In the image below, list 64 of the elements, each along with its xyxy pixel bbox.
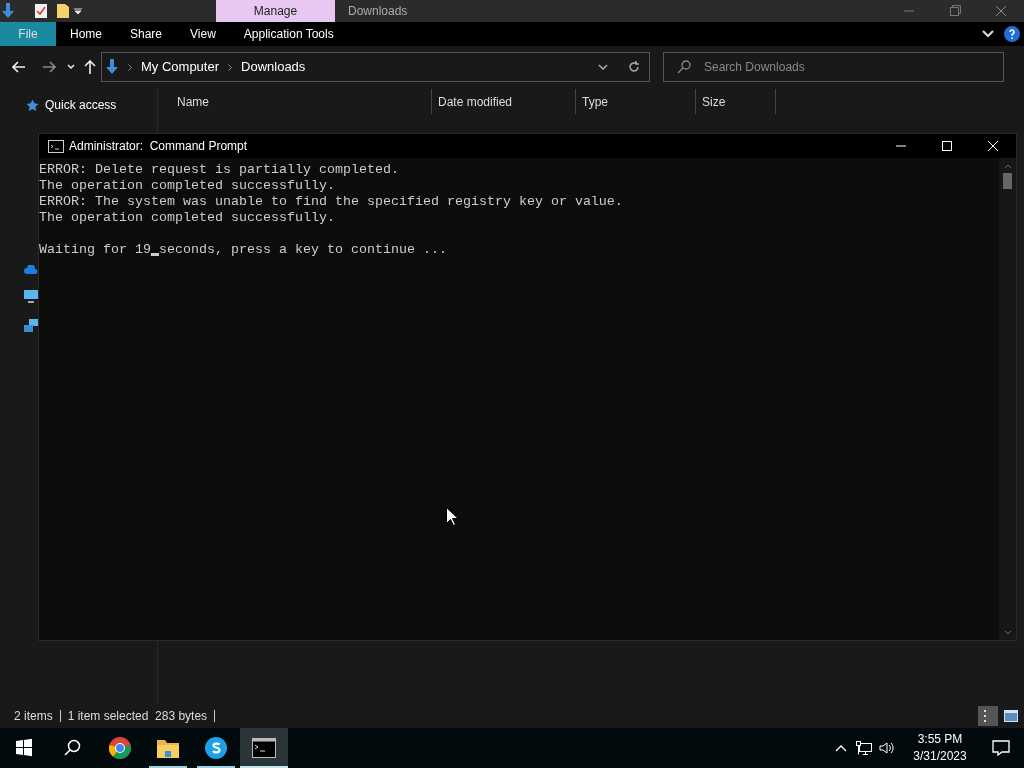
ribbon-expand-icon[interactable] (982, 30, 994, 38)
chevron-icon (128, 63, 132, 71)
cloud-icon (24, 265, 38, 274)
column-header[interactable]: Name (158, 89, 432, 114)
column-header[interactable]: Date modified (432, 89, 576, 114)
ribbon-tab[interactable]: Home (56, 22, 116, 46)
computer-icon (24, 290, 38, 303)
star-icon (26, 98, 39, 112)
refresh-icon[interactable] (628, 61, 640, 73)
network-icon (24, 319, 38, 333)
console-line: The operation completed successfully. (39, 178, 335, 194)
network-icon[interactable] (856, 741, 872, 755)
breadcrumb-item[interactable]: Downloads (241, 57, 306, 77)
ribbon-tab[interactable]: Share (116, 22, 177, 46)
download-arrow-icon (105, 59, 119, 75)
thumbnail-view-icon[interactable] (1004, 710, 1018, 722)
notification-icon[interactable] (992, 740, 1010, 756)
chrome-icon (108, 736, 132, 760)
search-field[interactable]: Search Downloads (663, 52, 1004, 82)
folder-icon (57, 4, 69, 18)
console-line: Waiting for 19 (39, 242, 151, 258)
breadcrumb-item[interactable]: My Computer (141, 57, 220, 77)
window-title: Administrator: Command Prompt (69, 138, 248, 155)
window-title: Downloads (348, 3, 408, 20)
mouse-pointer-icon (446, 507, 458, 526)
back-arrow-icon[interactable] (12, 61, 26, 73)
download-arrow-icon (1, 3, 15, 19)
clock[interactable]: 3:55 PM 3/31/2023 (904, 731, 976, 765)
nav-item[interactable]: Quick access (26, 95, 157, 115)
console-icon (48, 139, 64, 153)
skype-icon (204, 736, 228, 760)
console-line: ERROR: The system was unable to find the specified registry key or value. (39, 194, 623, 210)
clock-time: 3:55 PM (917, 731, 963, 748)
column-header[interactable]: Size (696, 89, 776, 114)
ribbon-tab[interactable]: View (176, 22, 230, 46)
address-bar[interactable]: My Computer Downloads (101, 52, 650, 82)
up-arrow-icon[interactable] (84, 60, 96, 74)
details-view-icon[interactable] (978, 706, 998, 726)
console-line: The operation completed successfully. (39, 210, 335, 226)
search-icon (677, 60, 691, 74)
scroll-up-icon[interactable] (1003, 163, 1012, 169)
dropdown-caret-icon[interactable] (598, 64, 608, 70)
status-text: 1 item selected 283 bytes (67, 708, 208, 725)
scrollbar[interactable] (999, 158, 1016, 640)
forward-arrow-icon[interactable] (42, 61, 56, 73)
help-icon[interactable] (1004, 26, 1020, 42)
history-caret-icon[interactable] (67, 64, 75, 70)
scroll-down-icon[interactable] (1003, 630, 1012, 636)
console-icon (252, 738, 276, 758)
console-line: seconds, press a key to continue ... (159, 242, 447, 258)
speaker-icon[interactable] (879, 741, 895, 755)
chevron-icon (228, 63, 233, 71)
properties-icon (35, 4, 47, 18)
context-tab[interactable]: Manage (216, 0, 335, 22)
scroll-thumb[interactable] (1003, 173, 1012, 189)
console-line: ERROR: Delete request is partially completed. (39, 162, 399, 178)
clock-date: 3/31/2023 (913, 748, 967, 765)
text-cursor (151, 253, 159, 256)
taskbar-app[interactable] (240, 728, 288, 768)
chevron-up-icon[interactable] (835, 744, 847, 752)
ribbon-tab[interactable]: Application Tools (229, 22, 348, 46)
status-text: 2 items (14, 708, 53, 725)
folder-icon (156, 737, 180, 759)
column-header[interactable]: Type (576, 89, 696, 114)
